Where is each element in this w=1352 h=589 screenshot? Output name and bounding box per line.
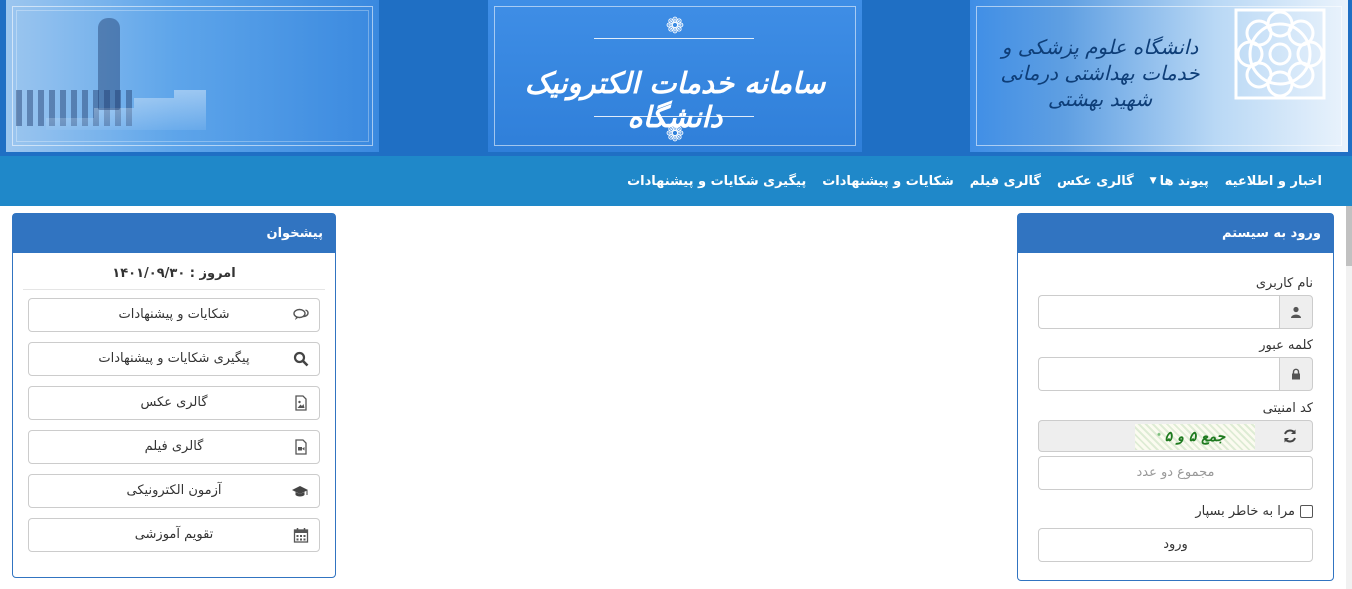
caret-down-icon: ▼ [1149, 176, 1157, 186]
remember-me-label: مرا به خاطر بسپار [1195, 504, 1295, 519]
nav-item-news[interactable]: اخبار و اطلاعیه [1225, 174, 1322, 189]
video-gallery-button[interactable]: گالری فیلم [28, 430, 320, 464]
menu-button-label: تقویم آموزشی [134, 527, 214, 542]
menu-button-label: گالری عکس [140, 395, 208, 410]
nav-item-label: پیوند ها [1159, 173, 1209, 189]
captcha-image: جمع ۵ و ۵ [1135, 424, 1255, 450]
university-logo-icon [1234, 8, 1326, 100]
today-date: امروز : ۱۴۰۱/۰۹/۳۰ [23, 266, 325, 290]
remember-me[interactable]: مرا به خاطر بسپار [1195, 504, 1313, 519]
captcha-label: کد امنیتی [1262, 401, 1313, 416]
password-group [1038, 357, 1313, 391]
complaints-button[interactable]: شکایات و پیشنهادات [28, 298, 320, 332]
nav-item-label: گالری فیلم [969, 173, 1041, 189]
complaint-tracking-button[interactable]: پیگیری شکایات و پیشنهادات [28, 342, 320, 376]
remember-me-checkbox[interactable] [1300, 505, 1313, 518]
header-banner: ❁ سامانه خدمات الکترونیک دانشگاه ❁ دانشگ… [0, 0, 1352, 156]
nav-item-label: شکایات و پیشنهادات [822, 173, 954, 189]
nav-item-label: اخبار و اطلاعیه [1224, 173, 1322, 189]
nav-item-label: پیگیری شکایات و پیشنهادات [627, 173, 807, 189]
password-input[interactable] [1038, 357, 1279, 391]
menu-button-label: پیگیری شکایات و پیشنهادات [98, 351, 250, 366]
university-logo-panel: دانشگاه علوم پزشکی و خدمات بهداشتی درمان… [970, 0, 1348, 152]
user-icon [1279, 295, 1313, 329]
refresh-icon[interactable] [1282, 428, 1298, 444]
menu-button-label: آزمون الکترونیکی [126, 483, 222, 498]
nav-item-video-gallery[interactable]: گالری فیلم [970, 174, 1041, 189]
username-group [1038, 295, 1313, 329]
dashboard-panel: پیشخوان امروز : ۱۴۰۱/۰۹/۳۰ شکایات و پیشن… [12, 213, 336, 578]
photo-gallery-button[interactable]: گالری عکس [28, 386, 320, 420]
nav-item-complaint-tracking[interactable]: پیگیری شکایات و پیشنهادات [627, 174, 806, 189]
nav-item-complaints[interactable]: شکایات و پیشنهادات [822, 174, 954, 189]
main-navbar: اخبار و اطلاعیه پیوند ها ▼ گالری عکس گالر… [0, 156, 1352, 206]
username-label: نام کاربری [1255, 276, 1313, 291]
banner-illustration [6, 0, 379, 152]
nav-item-photo-gallery[interactable]: گالری عکس [1057, 174, 1134, 189]
ornament-icon: ❁ [665, 14, 685, 39]
academic-calendar-button[interactable]: تقویم آموزشی [28, 518, 320, 552]
banner-title-panel: ❁ سامانه خدمات الکترونیک دانشگاه ❁ [488, 0, 862, 152]
menu-button-label: گالری فیلم [144, 439, 204, 454]
login-button[interactable]: ورود [1038, 528, 1313, 562]
nav-item-label: گالری عکس [1056, 173, 1134, 189]
scrollbar-thumb[interactable] [1346, 206, 1352, 266]
ornament-icon: ❁ [665, 122, 685, 147]
login-panel: ورود به سیستم نام کاربری کلمه عبور کد ام… [1017, 213, 1334, 581]
nav-item-links[interactable]: پیوند ها ▼ [1150, 174, 1209, 189]
walking-man-silhouette [98, 18, 120, 110]
captcha-sum-input[interactable]: مجموع دو عدد [1038, 456, 1313, 490]
page-scrollbar[interactable] [1346, 206, 1352, 589]
captcha-row: جمع ۵ و ۵ [1038, 420, 1313, 452]
lock-icon [1279, 357, 1313, 391]
dashboard-panel-title: پیشخوان [13, 214, 335, 253]
login-panel-title: ورود به سیستم [1018, 214, 1333, 253]
menu-button-label: شکایات و پیشنهادات [118, 307, 230, 322]
online-exam-button[interactable]: آزمون الکترونیکی [28, 474, 320, 508]
password-label: کلمه عبور [1259, 338, 1313, 353]
username-input[interactable] [1038, 295, 1279, 329]
university-name: دانشگاه علوم پزشکی و خدمات بهداشتی درمان… [1000, 35, 1200, 111]
